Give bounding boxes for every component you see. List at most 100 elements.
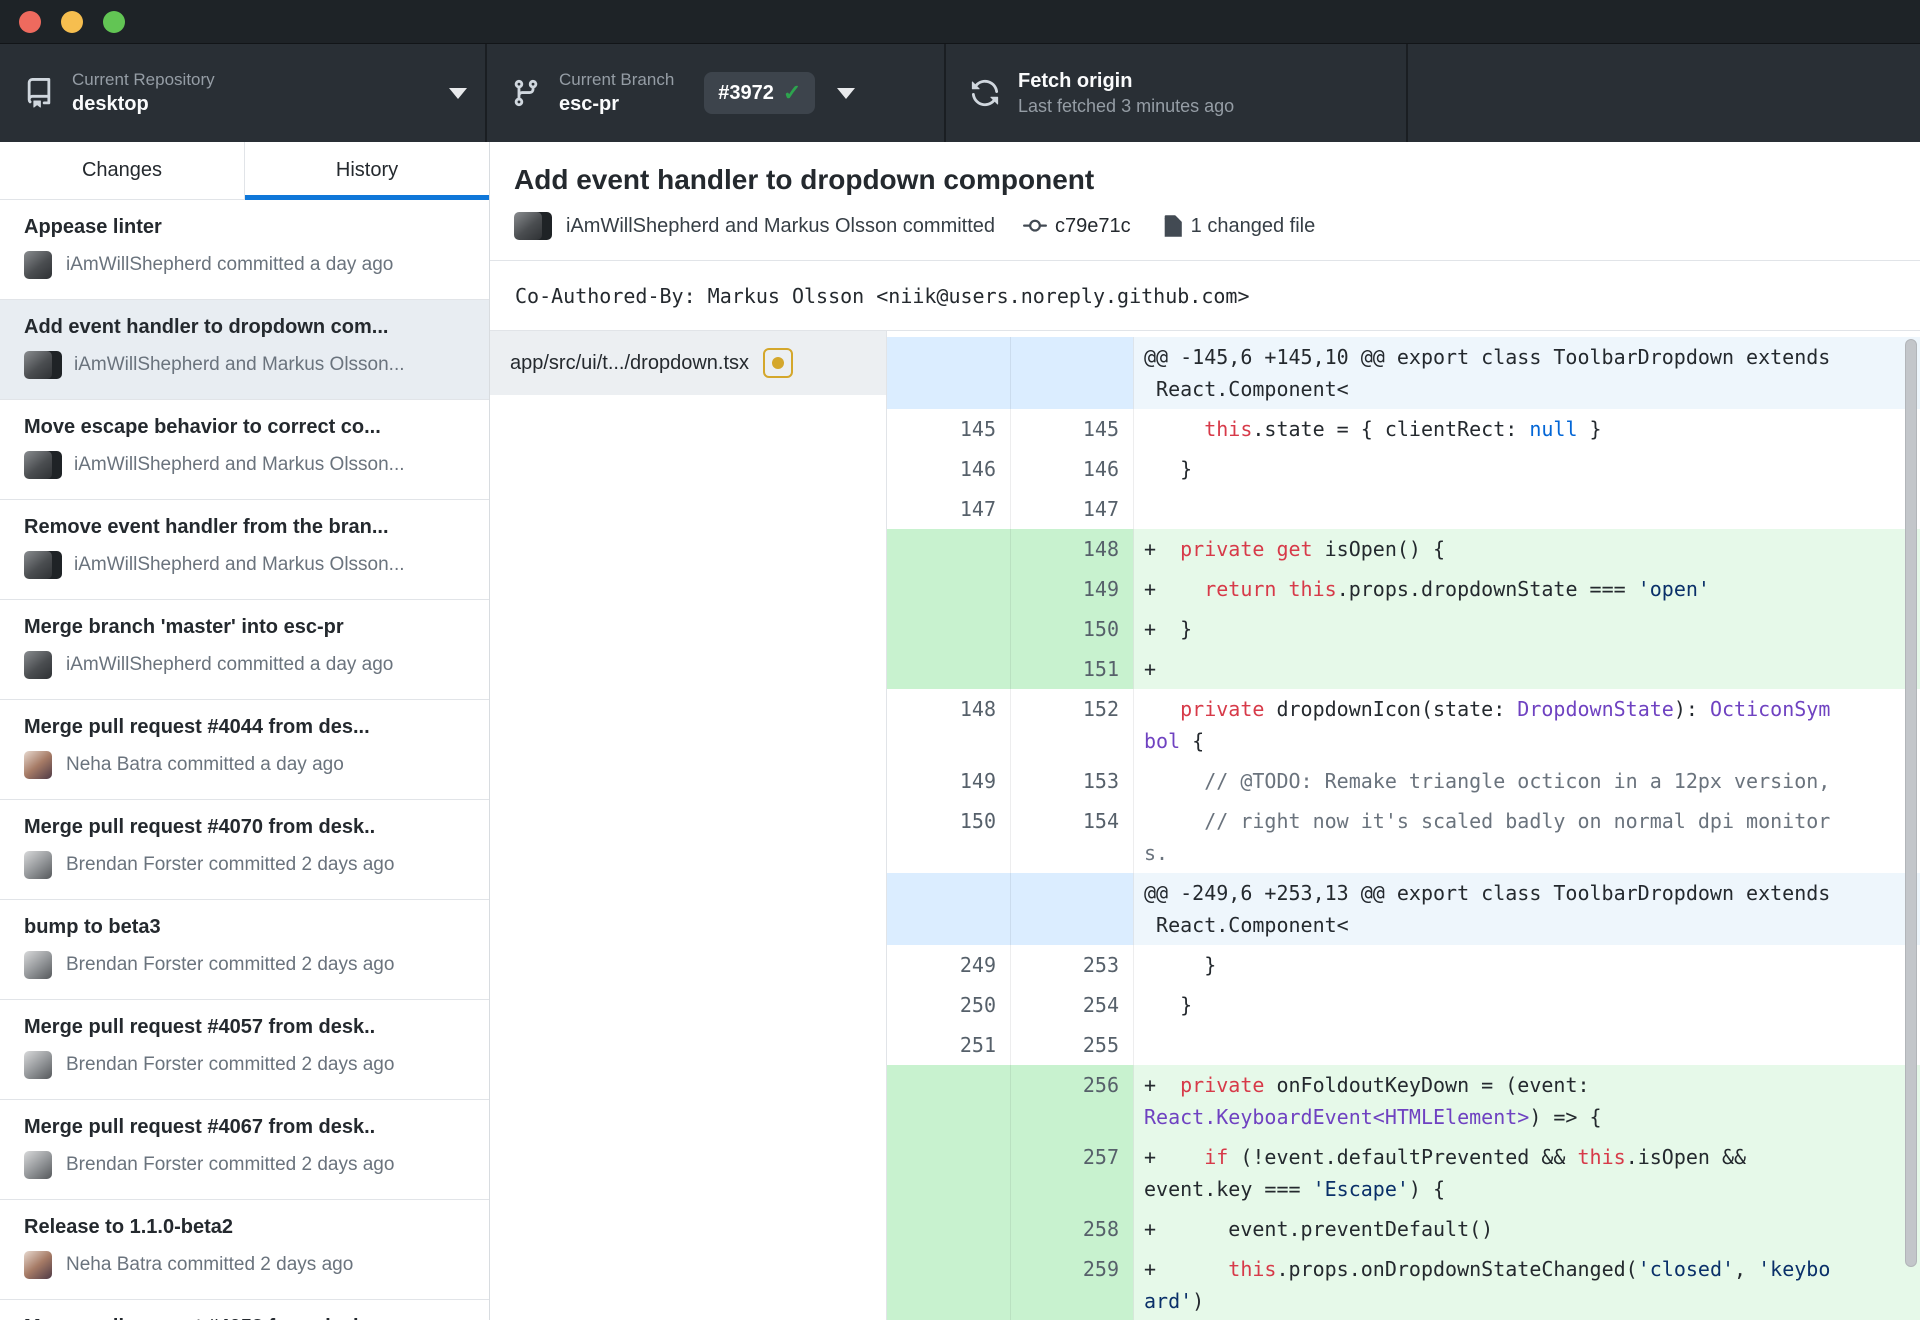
- commit-list-item[interactable]: Merge pull request #4053 from desk..: [0, 1300, 489, 1320]
- commit-list-item[interactable]: Add event handler to dropdown com... iAmW…: [0, 300, 489, 400]
- scrollbar[interactable]: [1905, 339, 1917, 1267]
- diff-row: 147 147: [887, 489, 1920, 529]
- commit-item-meta-text: iAmWillShepherd and Markus Olsson...: [74, 354, 405, 375]
- fetch-origin-button[interactable]: Fetch origin Last fetched 3 minutes ago: [946, 44, 1408, 142]
- commit-item-meta: Brendan Forster committed 2 days ago: [24, 951, 471, 979]
- avatar: [24, 351, 52, 379]
- avatar: [24, 651, 54, 679]
- pr-number: #3972: [718, 81, 774, 104]
- diff-code-cell: + this.props.onDropdownStateChanged('clo…: [1133, 1249, 1920, 1320]
- code-token: ,: [1734, 1257, 1759, 1281]
- code-token: 'Escape': [1312, 1177, 1409, 1201]
- code-token: private get: [1180, 537, 1313, 561]
- diff-code-line: ard'): [1144, 1285, 1906, 1317]
- code-token: private: [1180, 1073, 1265, 1097]
- diff-code-cell: }: [1133, 945, 1920, 985]
- commit-item-title: Merge pull request #4070 from desk..: [24, 816, 376, 838]
- tab-history[interactable]: History: [245, 142, 489, 200]
- diff-code-cell: // right now it's scaled badly on normal…: [1133, 801, 1920, 873]
- file-list-item[interactable]: app/src/ui/t.../dropdown.tsx: [490, 331, 886, 395]
- commit-list-item[interactable]: bump to beta3 Brendan Forster committed 2…: [0, 900, 489, 1000]
- code-token: 'closed': [1637, 1257, 1735, 1281]
- commit-item-meta-text: iAmWillShepherd and Markus Olsson...: [74, 454, 405, 475]
- avatar: [24, 851, 52, 879]
- commit-item-title: Add event handler to dropdown com...: [24, 316, 389, 338]
- git-branch-icon: [509, 76, 543, 110]
- diff-code-line: + private onFoldoutKeyDown = (event:: [1144, 1069, 1906, 1101]
- minimize-button[interactable]: [61, 10, 83, 33]
- code-token: +: [1144, 1073, 1181, 1097]
- code-token: isOpen() {: [1312, 537, 1446, 561]
- diff-new-line-number: 253: [1010, 945, 1133, 985]
- diff-code-line: + if (!event.defaultPrevented && this.is…: [1144, 1141, 1906, 1173]
- repository-selector[interactable]: Current Repository desktop: [0, 44, 487, 142]
- close-button[interactable]: [19, 10, 41, 33]
- code-token: bol: [1144, 729, 1181, 753]
- branch-selector[interactable]: Current Branch esc-pr #3972 ✓: [487, 44, 946, 142]
- diff-old-line-number: [887, 873, 1010, 945]
- commit-list-item[interactable]: Merge pull request #4057 from desk.. Bren…: [0, 1000, 489, 1100]
- code-token: }: [1144, 953, 1217, 977]
- diff-old-line-number: [887, 609, 1010, 649]
- commit-item-meta-text: iAmWillShepherd committed a day ago: [66, 654, 394, 675]
- diff-row: 151 +: [887, 649, 1920, 689]
- commit-list-item[interactable]: Merge pull request #4070 from desk.. Bren…: [0, 800, 489, 900]
- commit-list-item[interactable]: Remove event handler from the bran... iAm…: [0, 500, 489, 600]
- code-token: dropdownIcon(state:: [1264, 697, 1518, 721]
- code-token: onFoldoutKeyDown = (event:: [1264, 1073, 1602, 1097]
- diff-old-line-number: 148: [959, 697, 996, 721]
- diff-code-cell: @@ -145,6 +145,10 @@ export class Toolba…: [1133, 337, 1920, 409]
- repo-icon: [22, 76, 56, 110]
- code-token: @@ -145,6 +145,10 @@ export class Toolba…: [1144, 345, 1831, 369]
- code-token: + event.preventDefault(): [1144, 1217, 1494, 1241]
- diff-code-cell: private dropdownIcon(state: DropdownStat…: [1133, 689, 1920, 761]
- zoom-button[interactable]: [103, 10, 125, 33]
- code-token: private: [1180, 697, 1265, 721]
- code-token: {: [1180, 729, 1205, 753]
- commit-list-item[interactable]: Merge pull request #4044 from des... Neha…: [0, 700, 489, 800]
- avatar: [24, 251, 54, 279]
- diff-code-line: bol {: [1144, 725, 1906, 757]
- diff-new-line-number: 147: [1010, 489, 1133, 529]
- branch-name: esc-pr: [559, 93, 620, 115]
- diff-row: 148 152 private dropdownIcon(state: Dropd…: [887, 689, 1920, 761]
- commit-meta: iAmWillShepherd and Markus Olsson commit…: [514, 212, 1896, 240]
- code-token: this: [1577, 1145, 1626, 1169]
- commit-sha: c79e71c: [1055, 214, 1131, 237]
- commit-list-item[interactable]: Merge pull request #4067 from desk.. Bren…: [0, 1100, 489, 1200]
- commit-item-meta: iAmWillShepherd and Markus Olsson...: [24, 551, 471, 579]
- tab-changes[interactable]: Changes: [0, 142, 245, 199]
- code-token: React.Component<: [1144, 913, 1349, 937]
- code-token: ): [1192, 1289, 1205, 1313]
- commit-list-item[interactable]: Appease linter iAmWillShepherd committed …: [0, 200, 489, 300]
- diff-new-line-number: 256: [1010, 1065, 1133, 1137]
- diff-new-line-number: 146: [1010, 449, 1133, 489]
- commit-item-meta-text: Brendan Forster committed 2 days ago: [66, 1154, 395, 1175]
- code-token: 'keybo: [1758, 1257, 1831, 1281]
- commit-item-meta: Neha Batra committed a day ago: [24, 751, 471, 779]
- commit-list-item[interactable]: Merge branch 'master' into esc-pr iAmWill…: [0, 600, 489, 700]
- commit-item-meta-text: Brendan Forster committed 2 days ago: [66, 1054, 395, 1075]
- branch-label: Current Branch: [559, 70, 675, 89]
- code-token: React.KeyboardEvent<HTMLElement>: [1144, 1105, 1530, 1129]
- diff-code-cell: [1133, 1025, 1920, 1065]
- diff-code-line: + }: [1144, 613, 1906, 645]
- avatar: [24, 1251, 54, 1279]
- commit-item-title: Merge pull request #4057 from desk..: [24, 1016, 376, 1038]
- code-token: }: [1144, 993, 1193, 1017]
- code-token: event.key ===: [1144, 1177, 1313, 1201]
- avatar: [24, 1251, 52, 1279]
- file-diff-icon: [1159, 214, 1183, 238]
- commit-list-item[interactable]: Move escape behavior to correct co... iAm…: [0, 400, 489, 500]
- commit-item-title: Merge pull request #4044 from des...: [24, 716, 370, 738]
- changed-files-list: app/src/ui/t.../dropdown.tsx: [490, 331, 887, 1320]
- commit-item-meta: Brendan Forster committed 2 days ago: [24, 1051, 471, 1079]
- toolbar: Current Repository desktop Current Branc…: [0, 44, 1920, 142]
- commit-list-item[interactable]: Release to 1.1.0-beta2 Neha Batra committ…: [0, 1200, 489, 1300]
- commit-title: Add event handler to dropdown component: [514, 164, 1095, 195]
- diff-code-line: // right now it's scaled badly on normal…: [1144, 805, 1906, 837]
- diff-code-line: @@ -249,6 +253,13 @@ export class Toolba…: [1144, 877, 1906, 909]
- chevron-down-icon: [449, 87, 467, 99]
